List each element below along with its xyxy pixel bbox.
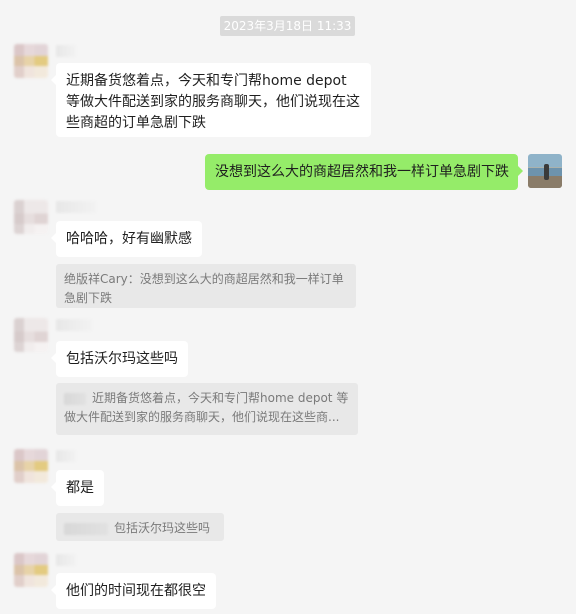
message-timestamp: 2023年3月18日 11:33	[220, 16, 355, 36]
quoted-text: 绝版祥Cary：没想到这么大的商超居然和我一样订单急剧下跌	[64, 272, 344, 305]
quoted-message[interactable]: 绝版祥Cary：没想到这么大的商超居然和我一样订单急剧下跌	[56, 264, 356, 308]
quoted-message[interactable]: 包括沃尔玛这些吗	[56, 513, 224, 541]
message-text: 包括沃尔玛这些吗	[66, 351, 178, 367]
message-bubble[interactable]: 都是	[51, 470, 104, 506]
sender-name-blurred	[56, 554, 76, 566]
contact-avatar[interactable]	[14, 44, 48, 78]
quoted-message[interactable]: 近期备货悠着点，今天和专门帮home depot 等做大件配送到家的服务商聊天，…	[56, 383, 358, 435]
quoted-text: 近期备货悠着点，今天和专门帮home depot 等做大件配送到家的服务商聊天，…	[64, 391, 349, 424]
quoted-text: 包括沃尔玛这些吗	[114, 521, 211, 535]
sender-name-blurred	[56, 201, 96, 213]
contact-avatar[interactable]	[14, 553, 48, 587]
contact-avatar[interactable]	[14, 449, 48, 483]
sender-name-blurred	[56, 45, 76, 57]
message-text: 近期备货悠着点，今天和专门帮home depot 等做大件配送到家的服务商聊天，…	[66, 73, 360, 131]
sender-name-blurred	[56, 450, 76, 462]
message-text: 没想到这么大的商超居然和我一样订单急剧下跌	[215, 164, 509, 180]
chat-window: 2023年3月18日 11:33 近期备货悠着点，今天和专门帮home depo…	[0, 0, 576, 614]
message-bubble-outgoing[interactable]: 没想到这么大的商超居然和我一样订单急剧下跌	[205, 154, 523, 190]
message-text: 哈哈哈，好有幽默感	[66, 231, 192, 247]
self-avatar[interactable]	[528, 154, 562, 188]
quoted-sender-blurred	[64, 392, 86, 405]
message-text: 他们的时间现在都很空	[66, 583, 206, 599]
message-bubble[interactable]: 他们的时间现在都很空	[51, 573, 216, 609]
sender-name-blurred	[56, 319, 92, 331]
contact-avatar[interactable]	[14, 200, 48, 234]
message-text: 都是	[66, 480, 94, 496]
message-bubble[interactable]: 近期备货悠着点，今天和专门帮home depot 等做大件配送到家的服务商聊天，…	[51, 63, 371, 137]
contact-avatar[interactable]	[14, 318, 48, 352]
message-bubble[interactable]: 包括沃尔玛这些吗	[51, 341, 188, 377]
quoted-sender-blurred	[64, 522, 108, 535]
message-bubble[interactable]: 哈哈哈，好有幽默感	[51, 221, 202, 257]
